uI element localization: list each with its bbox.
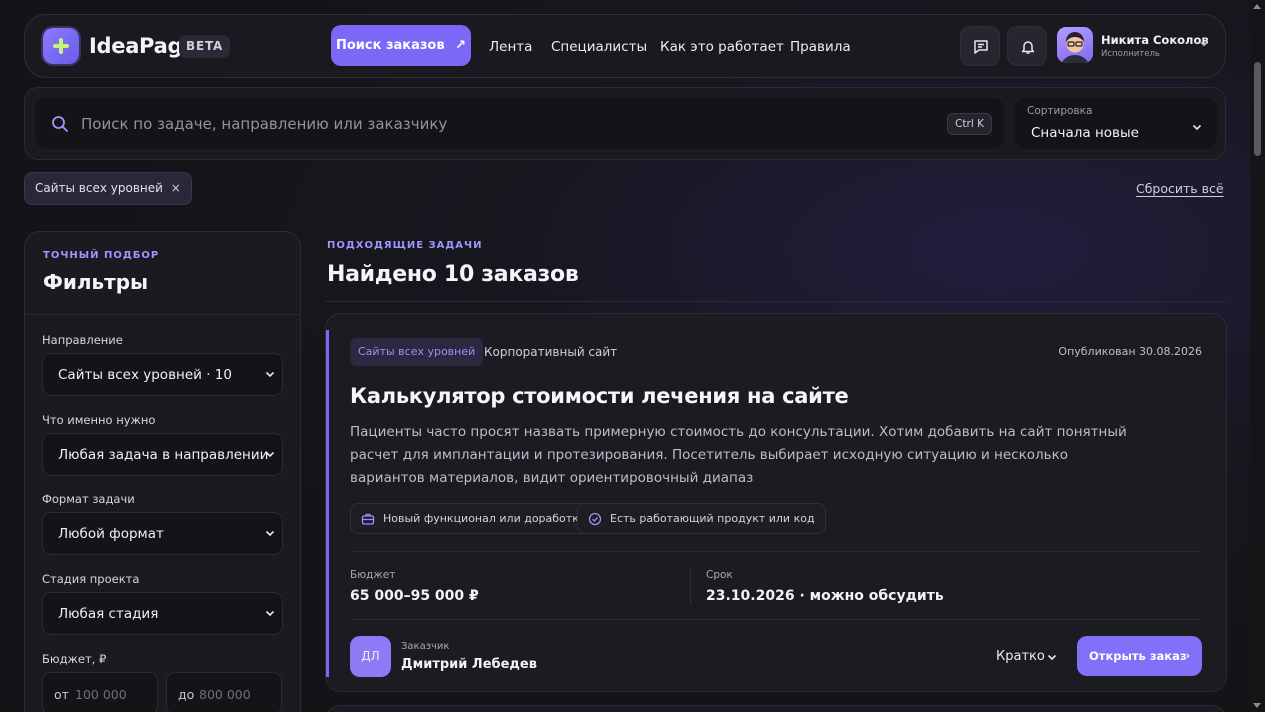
divider [350,551,1202,552]
search-placeholder: Поиск по задаче, направлению или заказчи… [81,115,448,133]
filter-format-value: Любой формат [58,526,164,542]
open-order-button[interactable]: Открыть заказ › [1077,636,1202,676]
budget-value: 65 000–95 000 ₽ [350,588,479,604]
chevron-down-icon [1192,124,1202,131]
filter-format-label: Формат задачи [42,492,135,506]
filters-title: Фильтры [43,270,149,294]
beta-badge: BETA [179,35,231,58]
card-pill-existing-product: Есть работающий продукт или код [577,503,826,534]
keyboard-shortcut-badge: Ctrl K [947,113,992,135]
filter-stage-label: Стадия проекта [42,572,140,586]
search-input[interactable]: Поиск по задаче, направлению или заказчи… [35,98,1004,149]
chevron-down-icon [265,530,275,537]
filter-stage-select[interactable]: Любая стадия [42,592,283,635]
card-title[interactable]: Калькулятор стоимости лечения на сайте [350,384,849,408]
card-pill-label: Новый функционал или доработка [383,512,586,525]
arrow-right-icon: › [1185,649,1190,662]
divider [690,569,691,605]
customer-avatar[interactable]: ДЛ [350,636,391,677]
filter-direction-select[interactable]: Сайты всех уровней · 10 [42,353,283,396]
chevron-down-icon[interactable] [1046,651,1058,663]
budget-from-placeholder: 100 000 [75,687,127,702]
scroll-up-icon[interactable] [1253,4,1261,9]
user-role: Исполнитель [1101,49,1160,59]
chip-label: Сайты всех уровней [35,181,163,195]
user-name[interactable]: Никита Соколов [1101,33,1209,47]
budget-to-placeholder: 800 000 [199,687,251,702]
budget-label: Бюджет [350,569,396,581]
filter-need-select[interactable]: Любая задача в направлении [42,433,283,476]
nav-link-feed[interactable]: Лента [489,39,532,55]
card-description: Пациенты часто просят назвать примерную … [350,424,1127,486]
sort-value: Сначала новые [1031,125,1139,141]
filter-format-select[interactable]: Любой формат [42,512,283,555]
chat-icon [974,40,988,54]
filters-eyebrow: ТОЧНЫЙ ПОДБОР [43,250,160,261]
bell-icon [1021,41,1035,54]
customer-label: Заказчик [401,641,450,652]
budget-from-input[interactable]: от 100 000 [42,672,158,712]
top-navbar: IdeaPage BETA Поиск заказов ↗ Лента Спец… [24,14,1226,78]
check-circle-icon [588,512,602,526]
customer-name[interactable]: Дмитрий Лебедев [401,657,537,672]
filter-stage-value: Любая стадия [58,606,159,622]
filter-direction-value: Сайты всех уровней · 10 [58,367,232,383]
budget-from-prefix: от [54,687,69,702]
chevron-down-icon [265,371,275,378]
sort-label: Сортировка [1027,105,1093,117]
search-icon [52,116,68,132]
logo-icon[interactable] [43,28,79,64]
notifications-button[interactable] [1007,26,1047,66]
card-accent-bar [326,330,329,677]
arrow-up-right-icon: ↗ [455,38,467,53]
deadline-value: 23.10.2026 · можно обсудить [706,588,944,604]
card-category-tag[interactable]: Сайты всех уровней [350,338,484,366]
nav-link-how-it-works[interactable]: Как это работает [660,39,784,55]
search-bar: Поиск по задаче, направлению или заказчи… [24,87,1226,160]
chevron-down-icon [265,451,275,458]
sort-select[interactable]: Сортировка Сначала новые [1015,98,1217,149]
card-pill-label: Есть работающий продукт или код [610,512,815,525]
filter-budget-label: Бюджет, ₽ [42,652,107,666]
budget-to-prefix: до [178,687,195,702]
results-eyebrow: ПОДХОДЯЩИЕ ЗАДАЧИ [327,240,483,251]
nav-find-orders-label: Поиск заказов [335,38,445,53]
filter-need-value: Любая задача в направлении [58,447,269,463]
reset-all-link[interactable]: Сбросить всё [1136,181,1224,196]
user-avatar[interactable] [1057,27,1093,63]
order-card-next [325,705,1227,712]
brief-toggle[interactable]: Кратко [996,649,1045,664]
scrollbar-thumb[interactable] [1254,62,1261,156]
filter-need-label: Что именно нужно [42,413,156,427]
chevron-down-icon [265,610,275,617]
divider [25,314,300,315]
chevron-down-icon[interactable] [1199,39,1209,49]
open-order-label: Открыть заказ [1089,649,1187,663]
briefcase-icon [361,513,375,525]
filter-direction-label: Направление [42,333,123,347]
card-subcategory: Корпоративный сайт [484,345,618,359]
card-pill-new-feature: Новый функционал или доработка [350,503,597,534]
nav-link-rules[interactable]: Правила [790,39,851,55]
divider [325,301,1227,302]
active-filter-chip[interactable]: Сайты всех уровней × [24,172,192,205]
nav-link-specialists[interactable]: Специалисты [551,39,647,55]
order-card: Сайты всех уровней Корпоративный сайт Оп… [325,313,1227,692]
nav-find-orders-button[interactable]: Поиск заказов ↗ [331,25,471,66]
budget-to-input[interactable]: до 800 000 [166,672,282,712]
deadline-label: Срок [706,569,733,581]
messages-button[interactable] [960,26,1000,66]
filters-panel: ТОЧНЫЙ ПОДБОР Фильтры Направление Сайты … [24,231,301,712]
scroll-down-icon[interactable] [1253,703,1261,708]
page-scrollbar[interactable] [1250,0,1265,712]
divider [350,619,1202,620]
card-published-date: Опубликован 30.08.2026 [1058,345,1202,358]
close-icon[interactable]: × [171,181,181,195]
results-title: Найдено 10 заказов [327,262,579,287]
